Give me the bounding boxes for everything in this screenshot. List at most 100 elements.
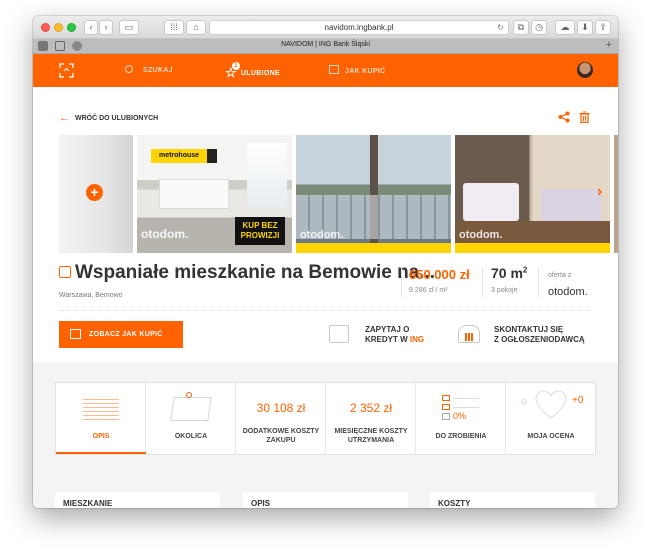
tab-monthly-costs[interactable]: 2 352 zł MIESIĘCZNE KOSZTY UTRZYMANIA xyxy=(326,383,416,455)
metrohouse-logo: metrohouse xyxy=(151,149,207,163)
add-photo-tile[interactable]: + xyxy=(59,135,133,253)
privacy-button[interactable]: ◷ xyxy=(531,20,547,35)
photo-caption-strip xyxy=(296,243,451,253)
gallery-photo-kitchen[interactable]: metrohouse KUP BEZ PROWIZJI otodom. xyxy=(137,135,292,253)
nav-how-to-buy-label: JAK KUPIĆ xyxy=(345,68,386,75)
new-tab-icon[interactable]: + xyxy=(606,39,612,51)
reload-icon[interactable]: ↻ xyxy=(497,21,504,34)
nav-how-to-buy[interactable]: JAK KUPIĆ xyxy=(329,65,385,75)
checklist-icon-2 xyxy=(442,404,450,410)
address-bar[interactable]: navidom.ingbank.pl ↻ xyxy=(209,20,509,35)
photo-gallery: + metrohouse KUP BEZ PROWIZJI otodom. ot… xyxy=(59,135,618,253)
downloads-button[interactable]: ⬇ xyxy=(577,20,593,35)
star-icon: ☆ 1 xyxy=(225,62,240,80)
bed-2 xyxy=(541,189,601,223)
tab-my-rating[interactable]: -0 +0 MOJA OCENA xyxy=(506,383,596,455)
share-icon[interactable] xyxy=(558,111,570,123)
see-how-to-buy-button[interactable]: ZOBACZ JAK KUPIĆ xyxy=(59,321,183,348)
home-button[interactable]: ⌂ xyxy=(186,20,206,35)
monthly-costs-value: 2 352 zł xyxy=(349,401,393,415)
offer-from-label: oferta z xyxy=(548,272,572,279)
tab-to-do-label: DO ZROBIENIA xyxy=(435,433,487,440)
card-apartment: MIESZKANIE xyxy=(55,492,220,508)
badge-line-1: KUP BEZ xyxy=(242,221,278,230)
area-unit-sup: 2 xyxy=(522,265,528,275)
card-apartment-title: MIESZKANIE xyxy=(63,499,113,508)
tab-description-label: OPIS xyxy=(92,433,110,440)
nav-favorites-label: ULUBIONE xyxy=(240,70,280,77)
tab-bar: NAVIDOM | ING Bank Śląski + xyxy=(33,39,618,54)
checkbox-empty-icon xyxy=(442,413,450,420)
tab-to-do[interactable]: 0% DO ZROBIENIA xyxy=(416,383,506,455)
details-tabs: OPIS OKOLICA 30 108 zł DODATKOWE KOSZTY … xyxy=(55,382,596,455)
otodom-watermark-3: otodom. xyxy=(459,229,503,241)
address-bar-url: navidom.ingbank.pl xyxy=(324,23,394,32)
listing-area: 70 m2 xyxy=(491,265,527,281)
icloud-button[interactable]: ☁ xyxy=(555,20,575,35)
listing-title-text: Wspaniałe mieszkanie na Bemowie na... xyxy=(75,262,436,283)
map-pin-dot xyxy=(186,392,192,398)
divider xyxy=(538,269,539,297)
add-photo-icon: + xyxy=(86,184,103,201)
sidebar-toggle-button[interactable]: ▭ xyxy=(119,20,139,35)
listing-page: ← WRÓĆ DO ULUBIONYCH + metrohouse KUP BEZ… xyxy=(33,87,618,508)
gallery-photo-next[interactable] xyxy=(614,135,618,253)
reader-button[interactable]: ⧉ xyxy=(513,20,529,35)
house-check-icon xyxy=(70,329,81,339)
to-do-percent: 0% xyxy=(453,411,467,421)
otodom-logo[interactable]: otodom. xyxy=(548,286,588,298)
contact-line-2: Z OGŁOSZENIODAWCĄ xyxy=(494,335,585,344)
dotted-divider xyxy=(59,310,592,311)
tab-neighbourhood-label: OKOLICA xyxy=(174,433,208,440)
otodom-watermark-2: otodom. xyxy=(300,229,344,241)
ing-brand: ING xyxy=(409,335,425,344)
tab-my-rating-label: MOJA OCENA xyxy=(527,433,575,440)
contact-advertiser-link[interactable]: SKONTAKTUJ SIĘ Z OGŁOSZENIODAWCĄ xyxy=(458,323,598,349)
nav-favorites[interactable]: ☆ 1 ULUBIONE xyxy=(225,62,280,81)
ask-credit-text: ZAPYTAJ O KREDYT W ING xyxy=(365,325,424,345)
tab-purchase-costs[interactable]: 30 108 zł DODATKOWE KOSZTY ZAKUPU xyxy=(236,383,326,455)
share-browser-button[interactable]: ⇪ xyxy=(595,20,611,35)
contact-line-1: SKONTAKTUJ SIĘ xyxy=(494,325,564,334)
badge-line-2: PROWIZJI xyxy=(240,231,280,240)
minimize-window-button[interactable] xyxy=(54,23,63,32)
tab-purchase-costs-label: DODATKOWE KOSZTY ZAKUPU xyxy=(242,428,320,444)
nav-search[interactable]: SZUKAJ xyxy=(125,65,173,74)
checklist-line xyxy=(453,398,479,399)
listing-location: Warszawa, Bemowo xyxy=(59,292,123,299)
title-bar: ‹ › ▭ ⁞⁞⁞ ⌂ navidom.ingbank.pl ↻ ⧉ ◷ ☁ ⬇… xyxy=(33,16,618,39)
back-to-favorites-link[interactable]: ← WRÓĆ DO ULUBIONYCH xyxy=(59,112,158,124)
house-check-icon xyxy=(329,65,339,74)
credit-line-2: KREDYT W ING xyxy=(365,335,424,345)
back-nav-button[interactable]: ‹ xyxy=(84,20,98,35)
top-sites-button[interactable]: ⁞⁞⁞ xyxy=(164,20,184,35)
close-window-button[interactable] xyxy=(41,23,50,32)
edit-icon[interactable] xyxy=(59,266,71,278)
gallery-next-arrow-icon[interactable]: › xyxy=(597,183,602,201)
gallery-photo-balcony[interactable]: otodom. xyxy=(296,135,451,253)
gallery-photo-bedroom[interactable]: otodom. xyxy=(455,135,610,253)
card-description-title: OPIS xyxy=(251,499,271,508)
nav-search-label: SZUKAJ xyxy=(143,67,173,74)
navidom-logo-icon[interactable] xyxy=(59,63,74,78)
tab-neighbourhood[interactable]: OKOLICA xyxy=(146,383,236,455)
photo-caption-strip-2 xyxy=(455,243,610,253)
trash-icon[interactable] xyxy=(579,111,590,123)
otodom-watermark: otodom. xyxy=(141,227,189,241)
active-tab-underline xyxy=(56,452,146,454)
listing-rooms: 3 pokoje xyxy=(491,287,518,294)
document-icon xyxy=(83,399,119,421)
area-value: 70 m xyxy=(491,265,523,281)
user-avatar[interactable] xyxy=(577,62,593,78)
credit-line-2-text: KREDYT W xyxy=(365,335,410,344)
kitchen-cabinets xyxy=(159,179,229,209)
tab-description[interactable]: OPIS xyxy=(56,383,146,455)
ask-credit-link[interactable]: ZAPYTAJ O KREDYT W ING xyxy=(329,323,439,349)
active-tab-title[interactable]: NAVIDOM | ING Bank Śląski xyxy=(33,41,618,48)
contact-text: SKONTAKTUJ SIĘ Z OGŁOSZENIODAWCĄ xyxy=(494,325,585,345)
zoom-window-button[interactable] xyxy=(67,23,76,32)
forward-nav-button[interactable]: › xyxy=(99,20,113,35)
bed-1 xyxy=(463,183,519,221)
search-icon xyxy=(125,65,133,73)
tab-monthly-costs-label: MIESIĘCZNE KOSZTY UTRZYMANIA xyxy=(334,428,408,444)
